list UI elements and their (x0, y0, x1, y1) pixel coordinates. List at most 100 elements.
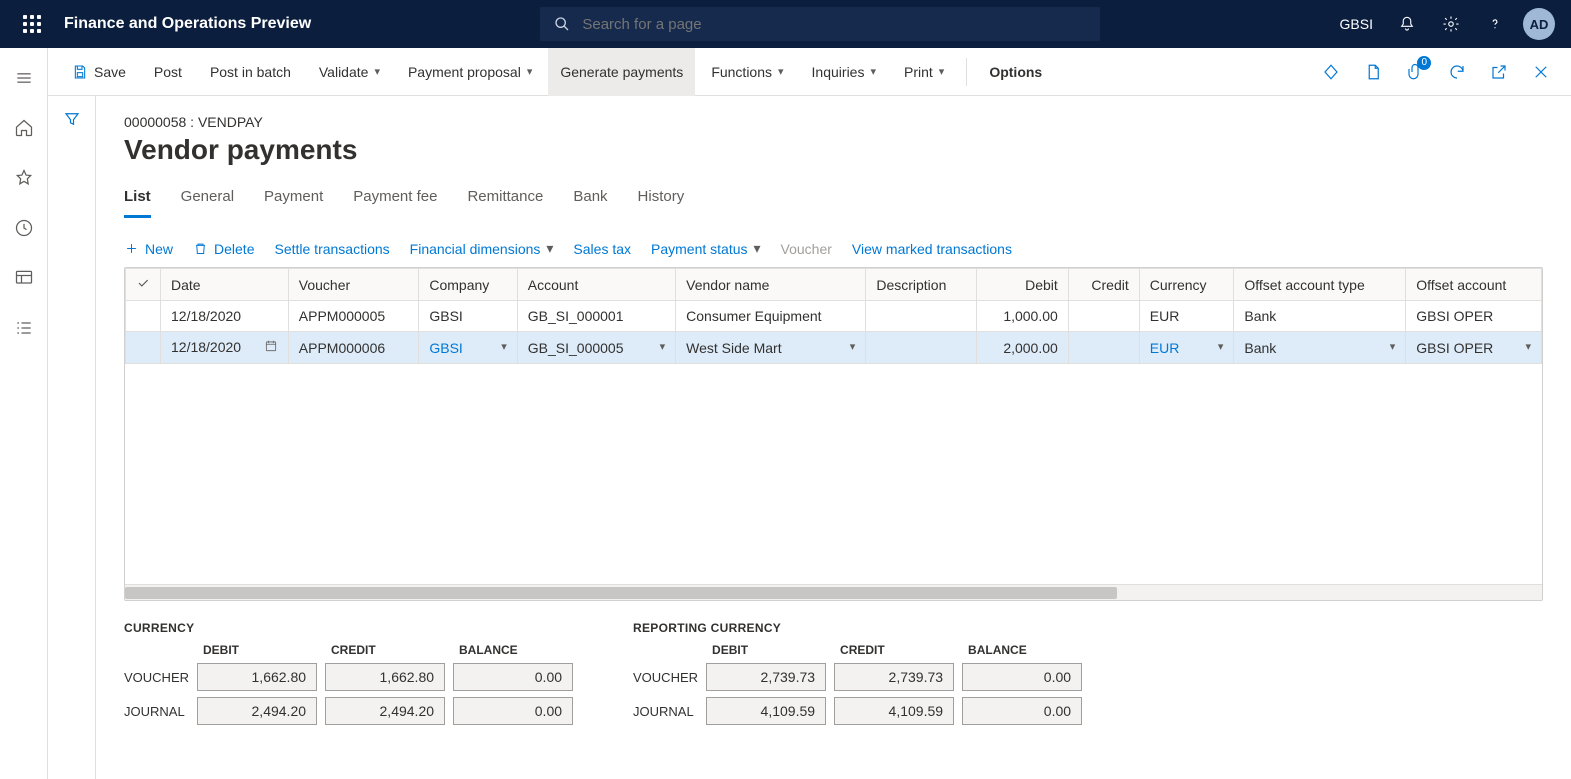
cell-credit[interactable] (1068, 332, 1139, 364)
find-button[interactable] (1058, 48, 1082, 96)
functions-dropdown[interactable]: Functions▾ (699, 48, 795, 96)
cell-oat[interactable]: Bank▾ (1234, 332, 1406, 364)
attachments-button[interactable] (1313, 54, 1349, 90)
column-header-credit[interactable]: Credit (1068, 269, 1139, 301)
payments-grid[interactable]: DateVoucherCompanyAccountVendor nameDesc… (124, 267, 1543, 601)
post-button[interactable]: Post (142, 48, 194, 96)
save-button[interactable]: Save (60, 48, 138, 96)
cell-debit[interactable]: 2,000.00 (977, 332, 1069, 364)
column-header-debit[interactable]: Debit (977, 269, 1069, 301)
select-all-header[interactable] (126, 269, 161, 301)
cell-description[interactable] (866, 301, 977, 332)
page-tabs: List General Payment Payment fee Remittance B… (124, 184, 1543, 218)
cell-date[interactable]: 12/18/2020 (161, 301, 289, 332)
pin-button[interactable]: 0 (1397, 54, 1433, 90)
column-header-offset-account-type[interactable]: Offset account type (1234, 269, 1406, 301)
totals-cell: 4,109.59 (834, 697, 954, 725)
cell-company[interactable]: GBSI▾ (419, 332, 517, 364)
new-button[interactable]: New (124, 241, 173, 257)
global-search[interactable] (540, 7, 1100, 41)
nav-expand-button[interactable] (4, 58, 44, 98)
cell-date[interactable]: 12/18/2020 (161, 332, 289, 364)
view-marked-transactions-button[interactable]: View marked transactions (852, 241, 1012, 257)
cell-oat[interactable]: Bank (1234, 301, 1406, 332)
popout-button[interactable] (1481, 54, 1517, 90)
cell-voucher[interactable]: APPM000005 (288, 301, 419, 332)
close-button[interactable] (1523, 54, 1559, 90)
validate-dropdown[interactable]: Validate▾ (307, 48, 392, 96)
nav-modules[interactable] (4, 308, 44, 348)
filter-pane-toggle[interactable] (48, 96, 96, 779)
popout-icon (1490, 63, 1508, 81)
nav-workspaces[interactable] (4, 258, 44, 298)
cell-company[interactable]: GBSI (419, 301, 517, 332)
tab-bank[interactable]: Bank (573, 184, 607, 218)
tab-history[interactable]: History (638, 184, 685, 218)
column-header-account[interactable]: Account (517, 269, 675, 301)
print-dropdown[interactable]: Print▾ (892, 48, 956, 96)
user-avatar[interactable]: AD (1523, 8, 1555, 40)
help-button[interactable] (1475, 4, 1515, 44)
nav-home[interactable] (4, 108, 44, 148)
tab-general[interactable]: General (181, 184, 234, 218)
column-header-date[interactable]: Date (161, 269, 289, 301)
cell-oa[interactable]: GBSI OPER (1406, 301, 1542, 332)
tab-remittance[interactable]: Remittance (467, 184, 543, 218)
company-code[interactable]: GBSI (1330, 16, 1383, 32)
gear-icon (1442, 15, 1460, 33)
cell-currency[interactable]: EUR (1139, 301, 1234, 332)
modules-icon (14, 318, 34, 338)
tab-payment[interactable]: Payment (264, 184, 323, 218)
table-row[interactable]: 12/18/2020APPM000006GBSI▾GB_SI_000005▾We… (126, 332, 1542, 364)
column-header-company[interactable]: Company (419, 269, 517, 301)
options-button[interactable]: Options (977, 48, 1054, 96)
column-header-vendor-name[interactable]: Vendor name (676, 269, 866, 301)
post-in-batch-button[interactable]: Post in batch (198, 48, 303, 96)
inquiries-dropdown[interactable]: Inquiries▾ (800, 48, 888, 96)
delete-button[interactable]: Delete (193, 241, 254, 257)
tab-list[interactable]: List (124, 184, 151, 218)
sales-tax-button[interactable]: Sales tax (573, 241, 631, 257)
office-button[interactable] (1355, 54, 1391, 90)
column-header-currency[interactable]: Currency (1139, 269, 1234, 301)
tab-payment-fee[interactable]: Payment fee (353, 184, 437, 218)
totals-cell: 1,662.80 (325, 663, 445, 691)
nav-recent[interactable] (4, 208, 44, 248)
cell-debit[interactable]: 1,000.00 (977, 301, 1069, 332)
totals-cell: 2,739.73 (834, 663, 954, 691)
cell-account[interactable]: GB_SI_000001 (517, 301, 675, 332)
column-header-voucher[interactable]: Voucher (288, 269, 419, 301)
row-selector[interactable] (126, 301, 161, 332)
chevron-down-icon: ▾ (1390, 340, 1396, 353)
payment-status-dropdown[interactable]: Payment status▾ (651, 240, 761, 257)
page-title: Vendor payments (124, 134, 1543, 166)
row-selector[interactable] (126, 332, 161, 364)
hamburger-icon (14, 68, 34, 88)
nav-favorites[interactable] (4, 158, 44, 198)
cell-account[interactable]: GB_SI_000005▾ (517, 332, 675, 364)
funnel-icon (63, 110, 81, 128)
generate-payments-button[interactable]: Generate payments (548, 48, 695, 96)
app-launcher-button[interactable] (8, 15, 56, 33)
cell-description[interactable] (866, 332, 977, 364)
cell-credit[interactable] (1068, 301, 1139, 332)
cell-vendor[interactable]: Consumer Equipment (676, 301, 866, 332)
payment-proposal-dropdown[interactable]: Payment proposal▾ (396, 48, 544, 96)
plus-icon (124, 241, 139, 256)
search-input[interactable] (582, 16, 1086, 33)
financial-dimensions-dropdown[interactable]: Financial dimensions▾ (410, 240, 554, 257)
cell-voucher[interactable]: APPM000006 (288, 332, 419, 364)
table-row[interactable]: 12/18/2020APPM000005GBSIGB_SI_000001Cons… (126, 301, 1542, 332)
chevron-down-icon: ▾ (546, 240, 553, 257)
settle-transactions-button[interactable]: Settle transactions (274, 241, 389, 257)
settings-button[interactable] (1431, 4, 1471, 44)
notifications-button[interactable] (1387, 4, 1427, 44)
cell-currency[interactable]: EUR▾ (1139, 332, 1234, 364)
horizontal-scrollbar[interactable] (125, 584, 1542, 600)
attachment-count-badge: 0 (1417, 56, 1431, 70)
column-header-description[interactable]: Description (866, 269, 977, 301)
cell-vendor[interactable]: West Side Mart▾ (676, 332, 866, 364)
column-header-offset-account[interactable]: Offset account (1406, 269, 1542, 301)
cell-oa[interactable]: GBSI OPER▾ (1406, 332, 1542, 364)
refresh-button[interactable] (1439, 54, 1475, 90)
